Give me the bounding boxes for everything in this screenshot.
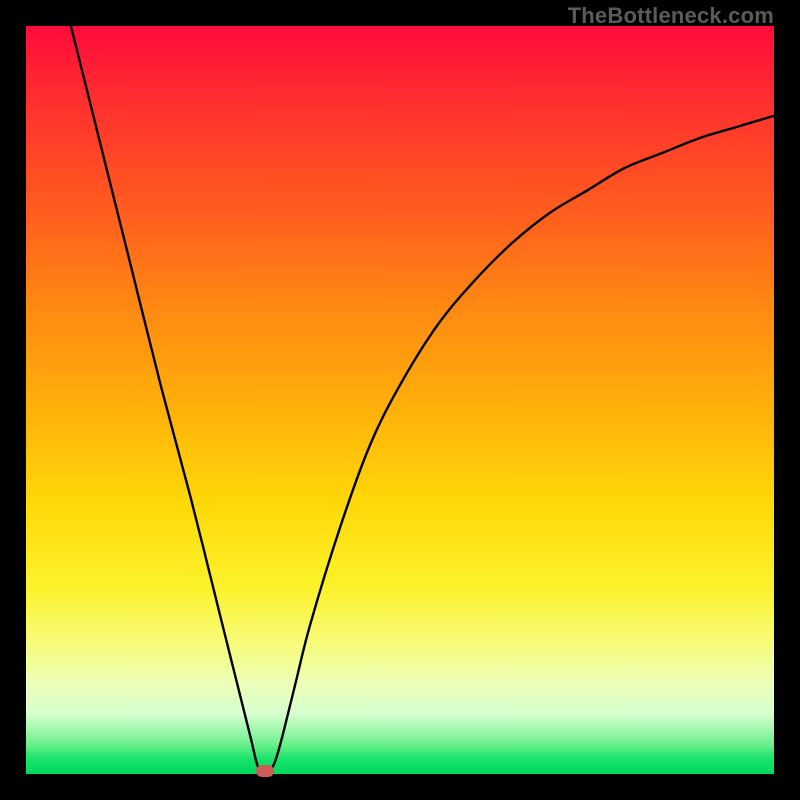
bottleneck-curve <box>26 26 774 774</box>
plot-area <box>26 26 774 774</box>
minimum-marker <box>256 765 274 777</box>
curve-path <box>71 26 774 774</box>
chart-frame: TheBottleneck.com <box>0 0 800 800</box>
